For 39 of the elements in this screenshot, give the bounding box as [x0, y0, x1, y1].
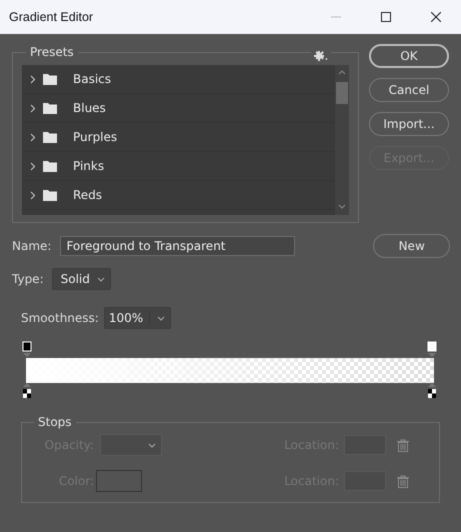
name-field[interactable]: Foreground to Transparent	[60, 236, 296, 256]
preset-folder-row[interactable]: Blues	[22, 94, 335, 123]
type-dropdown[interactable]: Solid	[52, 268, 111, 290]
folder-icon	[43, 160, 57, 172]
dialog-button[interactable]: Cancel	[369, 78, 449, 102]
window-title: Gradient Editor	[9, 10, 94, 24]
folder-icon	[43, 190, 57, 200]
chevron-icon[interactable]	[29, 104, 38, 112]
name-label: Name:	[12, 239, 52, 253]
color-stop-icon[interactable]	[22, 383, 32, 399]
opacity-stop-icon[interactable]	[22, 341, 32, 357]
type-label: Type:	[12, 272, 44, 286]
chevron-icon[interactable]	[29, 74, 38, 84]
opacity-stop-icon[interactable]	[427, 341, 437, 357]
folder-icon	[43, 132, 57, 142]
color-swatch[interactable]	[96, 470, 142, 492]
chevron-icon[interactable]	[29, 132, 38, 142]
preset-folder-row[interactable]: Basics	[22, 65, 335, 94]
preset-folder-row[interactable]: Pinks	[22, 152, 335, 181]
folder-icon	[43, 102, 57, 114]
folder-icon	[43, 74, 57, 84]
preset-folder-row[interactable]: Purples	[22, 123, 335, 152]
close-icon[interactable]	[431, 12, 441, 22]
new-button[interactable]: New	[373, 234, 450, 258]
caret-icon	[148, 442, 156, 448]
smoothness-dropdown[interactable]: 100%	[104, 307, 172, 329]
chevron-icon[interactable]	[29, 190, 38, 200]
stops-label: Stops	[37, 415, 73, 429]
smoothness-label: Smoothness:	[21, 311, 99, 325]
gear-icon[interactable]	[314, 51, 328, 61]
caret-icon	[157, 316, 166, 320]
presets-label: Presets	[29, 45, 75, 59]
caret-icon	[96, 276, 105, 282]
maximize-icon[interactable]	[381, 12, 391, 22]
dialog-button[interactable]: OK	[369, 44, 449, 68]
dialog-button[interactable]: Import...	[369, 112, 449, 136]
color-stop-icon[interactable]	[427, 383, 437, 399]
chevron-icon[interactable]	[29, 162, 38, 170]
preset-folder-row[interactable]: Reds	[22, 181, 335, 210]
